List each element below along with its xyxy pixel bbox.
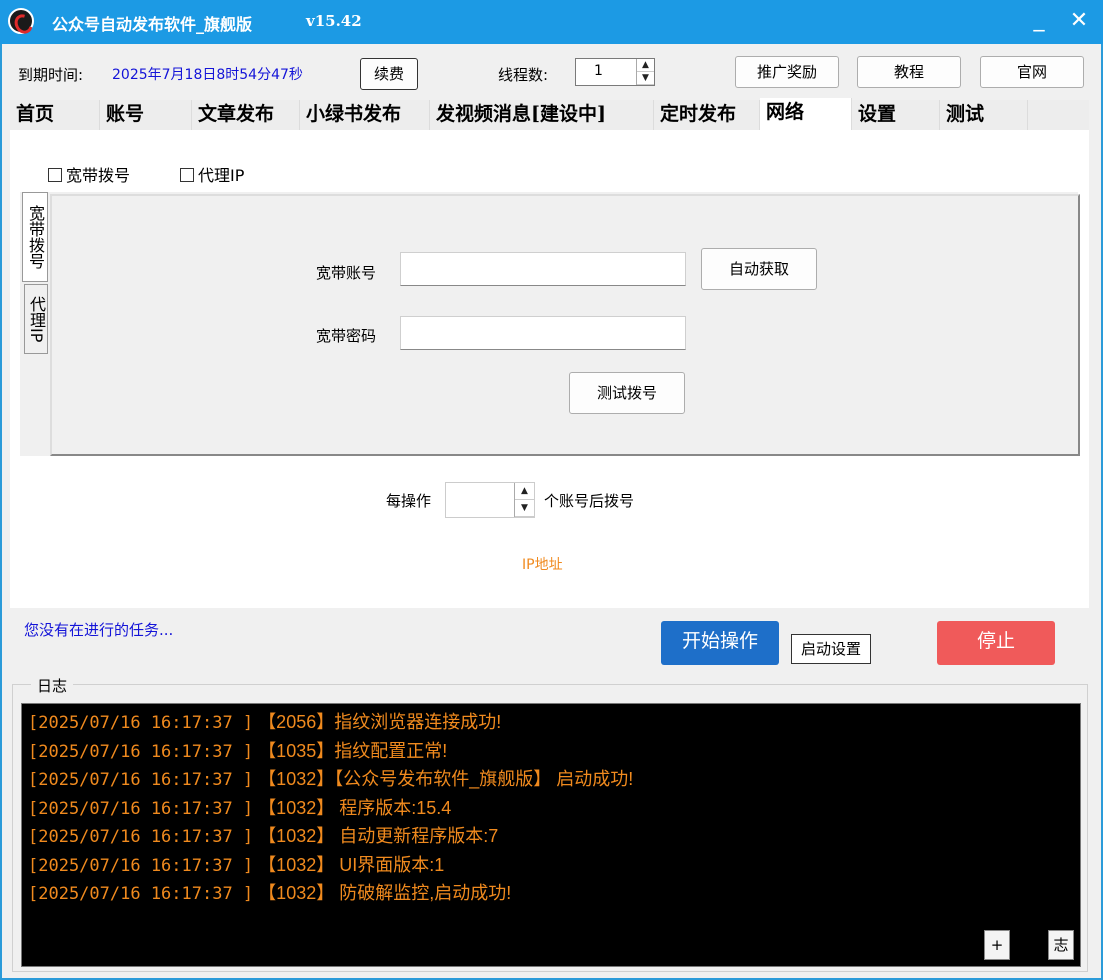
tab-xiaolvshu-publish[interactable]: 小绿书发布 bbox=[300, 100, 430, 130]
side-tab-dialup[interactable]: 宽带拨号 bbox=[22, 192, 48, 282]
broadband-password-input[interactable] bbox=[400, 316, 686, 350]
dialup-checkbox[interactable]: 宽带拨号 bbox=[48, 162, 130, 186]
main-tabs: 首页 账号 文章发布 小绿书发布 发视频消息[建设中] 定时发布 网络 设置 测… bbox=[10, 98, 1089, 130]
tab-scheduled-publish[interactable]: 定时发布 bbox=[654, 100, 760, 130]
tab-video-message[interactable]: 发视频消息[建设中] bbox=[430, 100, 654, 130]
main-client-area: 到期时间: 2025年7月18日8时54分47秒 续费 线程数: 1 ▲ ▼ 推… bbox=[2, 44, 1101, 978]
threads-label: 线程数: bbox=[498, 66, 549, 84]
promo-reward-button[interactable]: 推广奖励 bbox=[735, 56, 839, 88]
log-line: [2025/07/16 16:17:37 ] 【1032】 UI界面版本:1 bbox=[28, 854, 445, 876]
log-line: [2025/07/16 16:17:37 ] 【1035】指纹配置正常! bbox=[28, 740, 448, 762]
after-accounts-label: 个账号后拨号 bbox=[544, 492, 635, 510]
dialup-settings-panel: 宽带拨号 代理IP 宽带账号 自动获取 宽带密码 测试拨号 bbox=[20, 192, 1080, 456]
app-logo-icon bbox=[8, 8, 34, 34]
spin-down-icon[interactable]: ▼ bbox=[637, 72, 654, 85]
log-view-button[interactable]: 志 bbox=[1048, 930, 1074, 960]
renew-button[interactable]: 续费 bbox=[360, 58, 418, 90]
log-expand-button[interactable]: + bbox=[984, 930, 1010, 960]
test-dial-button[interactable]: 测试拨号 bbox=[569, 372, 685, 414]
tab-network[interactable]: 网络 bbox=[760, 98, 852, 130]
spin-up-icon[interactable]: ▲ bbox=[515, 483, 534, 500]
website-button[interactable]: 官网 bbox=[980, 56, 1084, 88]
tab-home[interactable]: 首页 bbox=[10, 100, 100, 130]
log-line: [2025/07/16 16:17:37 ] 【1032】 程序版本:15.4 bbox=[28, 797, 452, 819]
spin-down-icon[interactable]: ▼ bbox=[515, 500, 534, 517]
tab-settings[interactable]: 设置 bbox=[852, 100, 940, 130]
tab-article-publish[interactable]: 文章发布 bbox=[192, 100, 300, 130]
auto-fetch-button[interactable]: 自动获取 bbox=[701, 248, 817, 290]
log-line: [2025/07/16 16:17:37 ] 【1032】 自动更新程序版本:7 bbox=[28, 826, 499, 847]
minimize-button[interactable]: _ bbox=[1024, 6, 1054, 36]
tab-test[interactable]: 测试 bbox=[940, 100, 1028, 130]
log-line: [2025/07/16 16:17:37 ] 【1032】 防破解监控,启动成功… bbox=[28, 883, 512, 904]
tab-account[interactable]: 账号 bbox=[100, 100, 192, 130]
per-operation-label: 每操作 bbox=[386, 492, 432, 510]
log-line: [2025/07/16 16:17:37 ] 【2056】指纹浏览器连接成功! bbox=[28, 712, 502, 733]
startup-settings-button[interactable]: 启动设置 bbox=[791, 634, 871, 664]
side-tab-proxy-ip[interactable]: 代理IP bbox=[24, 284, 48, 354]
dial-interval-spinner-arrows[interactable]: ▲ ▼ bbox=[514, 483, 534, 517]
stop-button[interactable]: 停止 bbox=[937, 621, 1055, 665]
log-line: [2025/07/16 16:17:37 ] 【1032】【公众号发布软件_旗舰… bbox=[28, 769, 634, 790]
checkbox-box-icon[interactable] bbox=[180, 168, 194, 182]
threads-stepper[interactable]: 1 ▲ ▼ bbox=[575, 58, 655, 86]
threads-value: 1 bbox=[594, 63, 603, 79]
app-version: v15.42 bbox=[306, 12, 362, 30]
dial-interval-stepper[interactable]: ▲ ▼ bbox=[445, 482, 535, 518]
broadband-password-label: 宽带密码 bbox=[316, 327, 377, 345]
log-console[interactable]: [2025/07/16 16:17:37 ] 【2056】指纹浏览器连接成功! … bbox=[21, 703, 1081, 967]
ip-address-label: IP地址 bbox=[522, 557, 563, 573]
broadband-account-input[interactable] bbox=[400, 252, 686, 286]
checkbox-box-icon[interactable] bbox=[48, 168, 62, 182]
broadband-account-label: 宽带账号 bbox=[316, 264, 377, 282]
start-operation-button[interactable]: 开始操作 bbox=[661, 621, 779, 665]
close-button[interactable]: ✕ bbox=[1064, 6, 1094, 36]
spin-up-icon[interactable]: ▲ bbox=[637, 59, 654, 72]
expiry-value: 2025年7月18日8时54分47秒 bbox=[112, 67, 303, 83]
dialup-checkbox-label: 宽带拨号 bbox=[66, 166, 131, 185]
proxy-ip-checkbox[interactable]: 代理IP bbox=[180, 162, 244, 186]
proxy-ip-checkbox-label: 代理IP bbox=[198, 166, 245, 185]
network-tab-panel: 宽带拨号 代理IP 宽带拨号 代理IP 宽带账号 自动获取 宽带密码 测试拨号 … bbox=[10, 130, 1089, 608]
log-group: 日志 [2025/07/16 16:17:37 ] 【2056】指纹浏览器连接成… bbox=[12, 675, 1088, 972]
threads-spinner-arrows[interactable]: ▲ ▼ bbox=[636, 59, 654, 85]
log-title: 日志 bbox=[31, 675, 74, 696]
app-title: 公众号自动发布软件_旗舰版 bbox=[52, 15, 253, 34]
task-status-message: 您没有在进行的任务... bbox=[24, 621, 174, 639]
tutorial-button[interactable]: 教程 bbox=[857, 56, 961, 88]
title-bar: 公众号自动发布软件_旗舰版 v15.42 _ ✕ bbox=[0, 0, 1103, 44]
expiry-label: 到期时间: bbox=[18, 66, 84, 84]
